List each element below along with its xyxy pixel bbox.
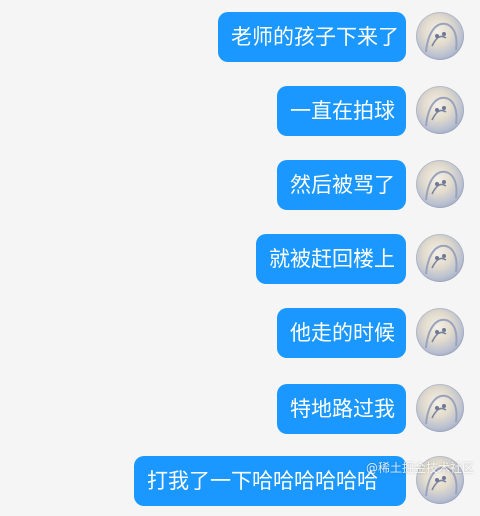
message-row: 然后被骂了 [0,156,480,220]
message-bubble[interactable]: 然后被骂了 [277,160,406,210]
anime-avatar-icon [425,318,458,349]
anime-avatar-icon [425,170,458,201]
avatar-icon[interactable] [416,234,464,282]
message-bubble[interactable]: 特地路过我 [277,384,406,434]
avatar-icon[interactable] [416,308,464,356]
anime-avatar-icon [425,244,458,275]
anime-avatar-icon [425,22,458,53]
watermark-text: @稀土掘金技术社区 [365,461,474,475]
avatar-icon[interactable] [416,160,464,208]
avatar-icon[interactable] [416,86,464,134]
avatar-icon[interactable] [416,12,464,60]
message-row: 老师的孩子下来了 [0,8,480,72]
message-row: 就被赶回楼上 [0,230,480,294]
chat-area: 老师的孩子下来了 一直在拍球 然后被骂了 就被赶回楼上 他走的时候 特地路过我 … [0,0,480,506]
anime-avatar-icon [425,394,458,425]
avatar-icon[interactable] [416,384,464,432]
message-row: 特地路过我 [0,380,480,444]
message-bubble[interactable]: 一直在拍球 [277,86,406,136]
message-bubble[interactable]: 就被赶回楼上 [256,234,406,284]
message-bubble[interactable]: 老师的孩子下来了 [218,12,406,62]
message-bubble[interactable]: 他走的时候 [277,308,406,358]
anime-avatar-icon [425,96,458,127]
message-row: 他走的时候 [0,304,480,368]
message-row: 一直在拍球 [0,82,480,146]
